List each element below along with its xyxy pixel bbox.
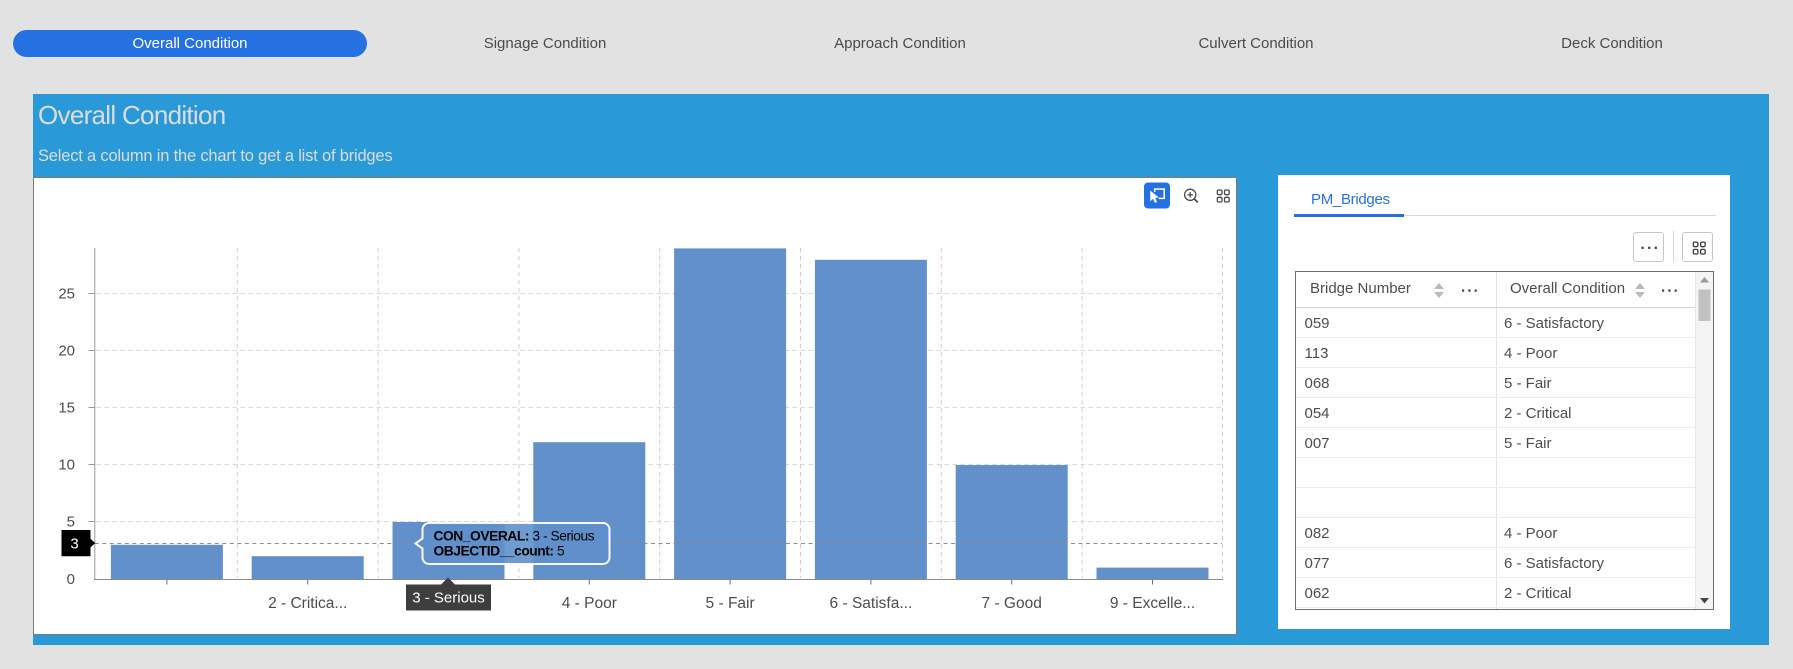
- svg-text:3 - Serious: 3 - Serious: [412, 590, 485, 607]
- svg-text:15: 15: [58, 400, 75, 417]
- svg-text:6 - Satisfa...: 6 - Satisfa...: [830, 595, 913, 612]
- svg-text:4 - Poor: 4 - Poor: [562, 595, 617, 612]
- svg-text:5 - Fair: 5 - Fair: [706, 595, 755, 612]
- svg-text:20: 20: [58, 343, 75, 360]
- svg-text:9 - Excelle...: 9 - Excelle...: [1110, 595, 1195, 612]
- svg-text:OBJECTID__count: 5: OBJECTID__count: 5: [434, 544, 565, 559]
- svg-text:2 - Critica...: 2 - Critica...: [268, 595, 347, 612]
- svg-text:0: 0: [67, 571, 75, 588]
- svg-text:3: 3: [70, 536, 78, 553]
- svg-text:CON_OVERAL: 3 - Serious: CON_OVERAL: 3 - Serious: [434, 529, 595, 544]
- svg-text:25: 25: [58, 286, 75, 303]
- svg-text:5: 5: [67, 514, 75, 531]
- svg-text:10: 10: [58, 457, 75, 474]
- svg-text:7 - Good: 7 - Good: [982, 595, 1042, 612]
